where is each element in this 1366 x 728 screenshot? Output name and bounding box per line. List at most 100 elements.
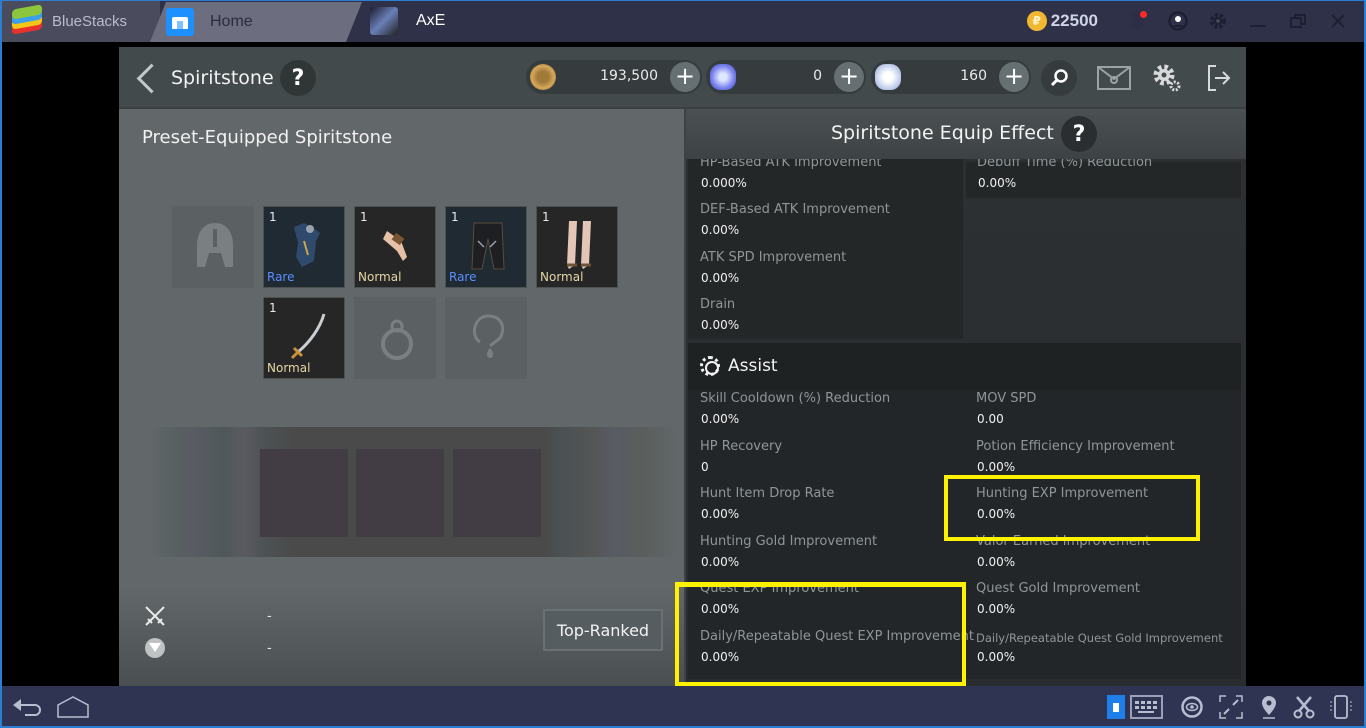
slot-count: 1: [360, 210, 368, 224]
effect-value: 0: [701, 459, 709, 474]
effect-label: Daily/Repeatable Quest Gold Improvement: [976, 631, 1223, 645]
effect-value: 0.00%: [977, 602, 1016, 617]
equip-effect-help-button[interactable]: ?: [1061, 116, 1097, 152]
app-name: BlueStacks: [52, 12, 128, 30]
android-nav-bar: [0, 686, 1366, 728]
spiritstone-socket-strip: [149, 427, 679, 557]
shield-crest-icon: [143, 637, 167, 661]
back-icon[interactable]: [10, 695, 44, 719]
slot-helmet[interactable]: [172, 206, 254, 288]
add-blue-gem-button[interactable]: +: [834, 62, 864, 92]
exit-icon[interactable]: [1199, 57, 1239, 99]
keyboard-icon[interactable]: [1130, 695, 1163, 719]
currency-white-gem: 160 +: [871, 60, 1031, 94]
bluestacks-tab[interactable]: BlueStacks: [0, 0, 160, 42]
game-header: Spiritstone ? 193,500 + 0 + 160 +: [119, 47, 1246, 109]
effect-value: 0.00%: [977, 650, 1016, 664]
slot-weapon[interactable]: 1 Normal: [263, 297, 345, 379]
effect-label: Skill Cooldown (%) Reduction: [700, 391, 891, 406]
effect-mov-spd: MOV SPD 0.00: [964, 389, 1239, 436]
effect-value: 0.00%: [701, 318, 740, 332]
slot-grade: Rare: [267, 270, 295, 284]
effect-value: 0.000%: [701, 176, 747, 190]
effect-label: Debuff Time (%) Reduction: [977, 159, 1153, 170]
slot-count: 1: [269, 301, 277, 315]
equip-effect-title: Spiritstone Equip Effect: [831, 122, 1054, 144]
white-gem-value: 160: [960, 68, 987, 84]
effect-value: 0.00%: [978, 176, 1017, 190]
mail-icon[interactable]: [1094, 57, 1134, 99]
scissors-icon[interactable]: [1292, 695, 1316, 719]
effect-label: HP-Based ATK Improvement: [700, 159, 882, 170]
slot-necklace[interactable]: [445, 297, 527, 379]
highlight-quest-exp-outline: [675, 582, 966, 686]
settings-icon[interactable]: [1147, 57, 1187, 99]
helmet-icon: [197, 223, 233, 267]
slot-count: 1: [542, 210, 550, 224]
slot-armor[interactable]: 1 Rare: [263, 206, 345, 288]
fullscreen-icon[interactable]: [1218, 695, 1244, 719]
restore-icon[interactable]: [1278, 0, 1318, 42]
socket-slot[interactable]: [453, 449, 541, 537]
effect-value: 0.00%: [701, 507, 740, 522]
effect-label: Drain: [700, 297, 736, 312]
effect-quest-gold-improvement: Quest Gold Improvement 0.00%: [964, 579, 1239, 626]
rotate-phone-icon[interactable]: [1328, 695, 1354, 719]
tab-axe-label: AxE: [416, 12, 446, 29]
back-button[interactable]: [133, 61, 159, 95]
effect-label: DEF-Based ATK Improvement: [700, 202, 890, 217]
add-white-gem-button[interactable]: +: [999, 62, 1029, 92]
effect-value: 0.00%: [701, 412, 740, 426]
search-icon[interactable]: [1041, 60, 1077, 96]
bell-icon[interactable]: [1118, 0, 1158, 42]
effect-skill-cooldown-reduction: Skill Cooldown (%) Reduction 0.00%: [688, 389, 963, 436]
page-title: Spiritstone: [171, 67, 274, 89]
effect-label: ATK SPD Improvement: [700, 250, 847, 265]
effect-value: 0.00%: [701, 271, 740, 285]
gold-value: 193,500: [600, 68, 658, 84]
sun-gear-icon: [700, 356, 720, 376]
title-bar: BlueStacks Home AxE ₽ 22500: [0, 0, 1366, 42]
home-icon: [166, 8, 194, 36]
tab-axe[interactable]: AxE: [362, 0, 445, 42]
effect-drain: Drain 0.00%: [688, 295, 963, 342]
bluestacks-logo-icon: [12, 4, 42, 36]
home-icon[interactable]: [56, 695, 90, 719]
rank-value: -: [267, 641, 272, 656]
preset-title: Preset-Equipped Spiritstone: [142, 127, 393, 148]
combat-power-value: -: [267, 609, 272, 624]
coin-icon: ₽: [1026, 11, 1047, 31]
effect-value: 0.00%: [701, 554, 740, 569]
close-icon[interactable]: [1318, 0, 1358, 42]
effect-value: 0.00: [977, 412, 1004, 426]
gloves-icon: [383, 231, 407, 261]
effect-daily-repeatable-quest-gold-improvement: Daily/Repeatable Quest Gold Improvement 0…: [964, 627, 1239, 674]
slot-gloves[interactable]: 1 Normal: [354, 206, 436, 288]
help-button[interactable]: ?: [280, 60, 316, 96]
coin-balance[interactable]: 22500: [1051, 11, 1098, 31]
add-gold-button[interactable]: +: [670, 62, 700, 92]
lock-icon[interactable]: [1107, 695, 1125, 719]
axe-game-icon: [370, 7, 398, 35]
effect-debuff-time: Debuff Time (%) Reduction 0.00%: [965, 159, 1240, 200]
top-ranked-button[interactable]: Top-Ranked: [543, 609, 663, 651]
gear-icon[interactable]: [1198, 0, 1238, 42]
effect-value: 0.00%: [701, 223, 740, 237]
slot-boots[interactable]: 1 Normal: [536, 206, 618, 288]
eye-icon[interactable]: [1180, 695, 1204, 719]
slot-ring[interactable]: [354, 297, 436, 379]
socket-slot[interactable]: [260, 449, 348, 537]
socket-slot[interactable]: [356, 449, 444, 537]
effect-label: Potion Efficiency Improvement: [976, 438, 1175, 454]
tab-home[interactable]: Home: [150, 2, 362, 42]
effect-value: 0.00%: [977, 459, 1016, 474]
effect-label: HP Recovery: [700, 438, 783, 454]
equip-effect-header: Spiritstone Equip Effect ?: [686, 109, 1246, 159]
location-icon[interactable]: [1258, 695, 1280, 719]
slot-pants[interactable]: 1 Rare: [445, 206, 527, 288]
effect-def-based-atk: DEF-Based ATK Improvement 0.00%: [688, 200, 963, 247]
blue-gem-icon: [710, 64, 736, 90]
profile-icon[interactable]: [1158, 0, 1198, 42]
minimize-icon[interactable]: [1238, 0, 1278, 42]
slot-count: 1: [451, 210, 459, 224]
